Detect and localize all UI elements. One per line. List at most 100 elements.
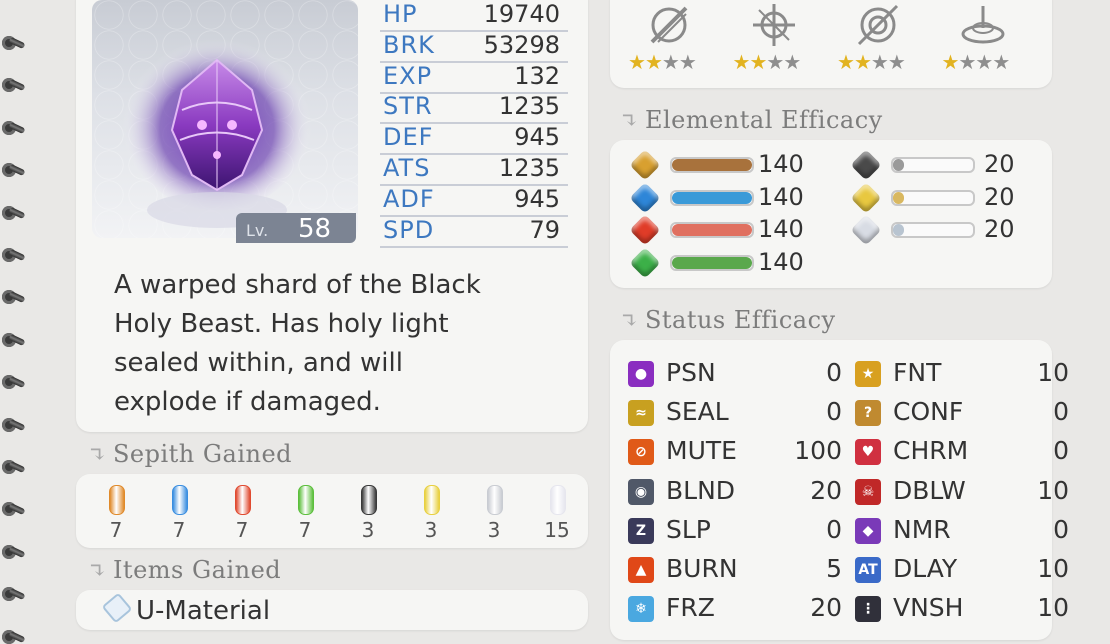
sepith-section-title: ↴ Sepith Gained (88, 440, 292, 468)
status-value: 0 (826, 514, 842, 544)
swirl-icon: ↴ (88, 559, 107, 584)
star-icon: ★ (628, 50, 646, 74)
stat-key: HP (383, 0, 418, 28)
stat-row-1: BRK 53298 (380, 31, 568, 63)
bar-fill (672, 256, 752, 269)
unbalance-stars: ★★★★ (732, 50, 802, 74)
monster-image (122, 30, 312, 228)
spiral-ring (2, 163, 26, 178)
star-icon: ★ (644, 50, 663, 74)
stat-key: SPD (383, 215, 435, 244)
status-name: SEAL (666, 397, 729, 427)
items-section-title: ↴ Items Gained (88, 556, 281, 584)
status-value: 10 (1037, 593, 1069, 623)
status-value: 100 (794, 436, 842, 466)
poison-icon: ● (628, 361, 654, 387)
sepith-crystal-icon (172, 485, 188, 515)
water-efficacy-value: 140 (758, 182, 804, 211)
status-name: VNSH (893, 593, 964, 623)
status-name: MUTE (666, 436, 737, 466)
star-icon: ★ (678, 50, 697, 74)
sleep-icon: Z (628, 517, 654, 544)
star-icon: ★ (887, 50, 906, 74)
star-icon: ★ (958, 50, 976, 74)
spiral-ring (2, 36, 26, 50)
seal-icon: ≈ (628, 400, 654, 427)
sepith-count: 7 (235, 518, 249, 542)
level-label: Lv. (246, 221, 269, 240)
item-entry[interactable]: U-Material (101, 592, 270, 626)
wind-efficacy-bar (670, 254, 754, 271)
status-name: FNT (893, 358, 942, 387)
stat-row-0: HP 19740 (380, 0, 568, 32)
spiral-ring (2, 417, 26, 432)
delay-icon: AT (855, 557, 881, 583)
thrust-icon (751, 2, 797, 48)
spiral-ring (2, 290, 26, 305)
stat-value: 79 (529, 215, 560, 244)
sepith-count: 3 (487, 518, 501, 542)
stat-value: 1235 (498, 154, 560, 182)
sepith-crystal-icon (109, 485, 125, 515)
time-efficacy-bar (891, 157, 975, 173)
mirage-efficacy-value: 20 (984, 215, 1015, 243)
sepith-crystal-icon (361, 485, 377, 515)
swirl-icon: ↴ (88, 443, 107, 468)
status-value: 0 (1053, 514, 1069, 544)
status-name: PSN (666, 358, 716, 387)
status-name: BLND (666, 475, 736, 505)
sepith-count: 7 (172, 518, 186, 542)
unbalance-stars: ★★★★ (628, 50, 697, 74)
swirl-icon: ↴ (620, 109, 639, 134)
strike-icon (960, 2, 1006, 48)
level-badge: Lv. 58 (236, 213, 356, 244)
sepith-count: 7 (298, 518, 312, 542)
fire-efficacy-bar (670, 222, 754, 238)
star-icon: ★ (975, 50, 993, 74)
status-name: NMR (893, 514, 951, 544)
status-value: 10 (1037, 554, 1069, 583)
stat-value: 132 (514, 61, 560, 90)
status-value: 0 (1053, 397, 1069, 427)
stat-row-4: DEF 945 (380, 123, 568, 156)
sepith-title-text: Sepith Gained (112, 440, 293, 468)
status-name: DLAY (893, 554, 958, 583)
star-icon: ★ (853, 50, 872, 74)
spiral-ring (2, 460, 26, 474)
item-material-icon (101, 592, 133, 624)
spiral-ring (2, 120, 26, 135)
unbalance-stars: ★★★★ (837, 50, 906, 74)
sepith-panel (76, 474, 588, 548)
star-icon: ★ (837, 50, 855, 74)
status-section-title: ↴ Status Efficacy (620, 306, 836, 334)
status-value: 10 (1037, 358, 1069, 387)
blind-icon: ◉ (628, 478, 654, 505)
status-value: 5 (826, 554, 842, 583)
faint-icon: ★ (855, 361, 881, 387)
status-value: 0 (1053, 436, 1069, 466)
stat-value: 19740 (483, 0, 560, 28)
water-efficacy-bar (670, 189, 754, 206)
status-name: FRZ (666, 593, 715, 623)
level-value: 58 (298, 214, 332, 244)
description-line: sealed within, and will (114, 348, 403, 378)
pierce-icon (855, 2, 901, 48)
spiral-ring (2, 205, 26, 220)
star-icon: ★ (732, 50, 751, 74)
sepith-crystal-icon (235, 485, 251, 515)
bar-fill (893, 224, 905, 236)
spiral-ring (2, 375, 26, 390)
stat-value: 1235 (498, 92, 560, 121)
bar-fill (672, 224, 752, 236)
bar-fill (893, 191, 905, 204)
star-icon: ★ (661, 50, 680, 74)
status-name: BURN (666, 554, 738, 583)
vanish-icon: ⋮ (855, 596, 881, 623)
bar-fill (672, 191, 752, 204)
status-value: 0 (826, 397, 842, 427)
swirl-icon: ↴ (620, 309, 639, 334)
star-icon: ★ (941, 50, 960, 74)
bar-fill (893, 159, 905, 171)
stat-row-5: ATS 1235 (380, 154, 568, 186)
monster-portrait (92, 0, 358, 238)
